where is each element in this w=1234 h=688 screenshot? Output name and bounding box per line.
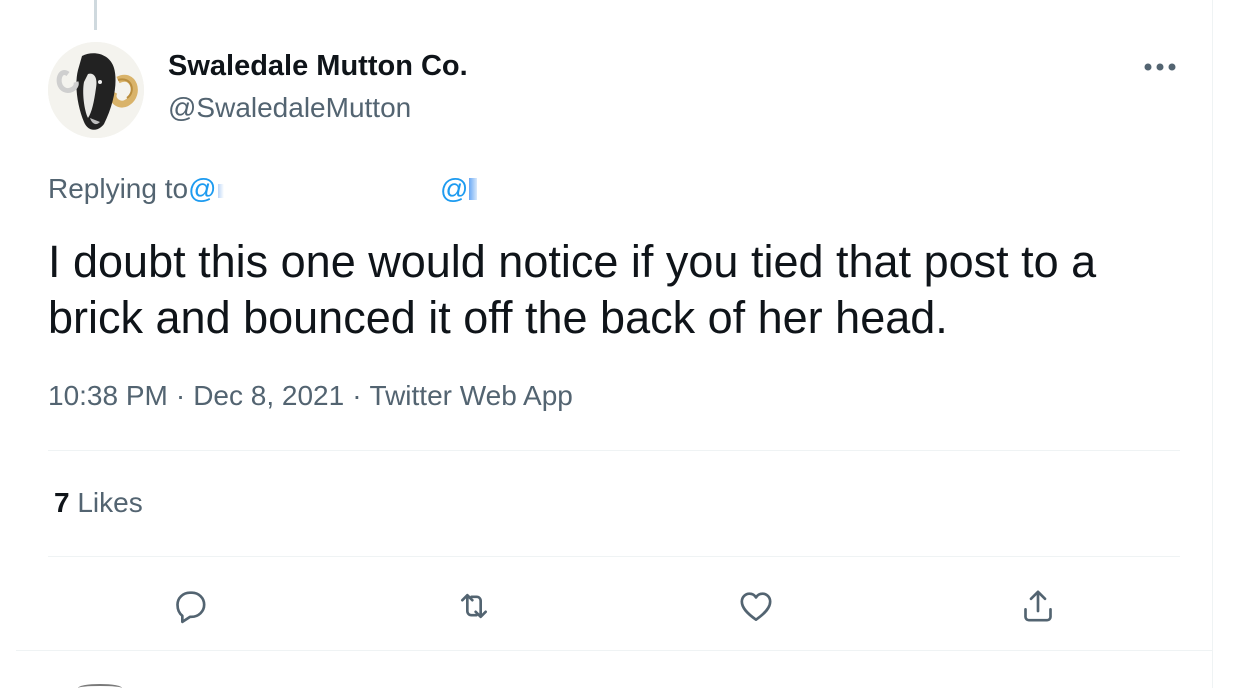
author-display-name[interactable]: Swaledale Mutton Co. — [168, 50, 468, 83]
share-button[interactable] — [1016, 584, 1060, 628]
likes-count: 7 — [54, 487, 70, 518]
likes-count-link[interactable]: 7 Likes — [54, 487, 143, 519]
reply-mention-a[interactable]: @ — [188, 173, 224, 205]
author-handle[interactable]: @SwaledaleMutton — [168, 92, 411, 124]
tweet-date[interactable]: Dec 8, 2021 — [193, 380, 344, 411]
redacted-mark — [469, 178, 478, 200]
replying-to-label: Replying to — [48, 173, 189, 204]
replying-to: Replying to @ — [48, 173, 224, 205]
more-dots-icon — [1144, 63, 1176, 71]
divider — [16, 650, 1212, 651]
author-avatar[interactable] — [48, 42, 144, 138]
meta-separator: · — [352, 380, 362, 411]
reply-button[interactable] — [168, 584, 212, 628]
tweet-time[interactable]: 10:38 PM — [48, 380, 168, 411]
next-reply-avatar-edge — [78, 684, 122, 688]
reply-mention-b-text: @ — [440, 173, 469, 204]
heart-icon — [740, 592, 772, 621]
divider — [48, 450, 1180, 451]
retweet-button[interactable] — [452, 584, 496, 628]
meta-separator: · — [175, 380, 186, 411]
retweet-icon — [461, 593, 487, 619]
tweet-source[interactable]: Twitter Web App — [370, 380, 573, 411]
tweet-text: I doubt this one would notice if you tie… — [48, 236, 1097, 343]
redacted-mark — [217, 184, 224, 198]
tweet-meta: 10:38 PM · Dec 8, 2021 · Twitter Web App — [48, 380, 573, 412]
share-icon — [1024, 590, 1052, 622]
ram-avatar-icon — [48, 42, 144, 138]
reply-mention-b[interactable]: @ — [440, 173, 478, 205]
reply-mention-a-text: @ — [188, 173, 217, 204]
column-border — [1212, 0, 1213, 688]
thread-connector-line — [94, 0, 97, 30]
divider — [48, 556, 1180, 557]
like-button[interactable] — [734, 584, 778, 628]
reply-bubble-icon — [176, 591, 206, 624]
tweet-detail-page: Swaledale Mutton Co. @SwaledaleMutton Re… — [0, 0, 1234, 688]
more-options-button[interactable] — [1140, 54, 1180, 80]
likes-label: Likes — [77, 487, 143, 518]
